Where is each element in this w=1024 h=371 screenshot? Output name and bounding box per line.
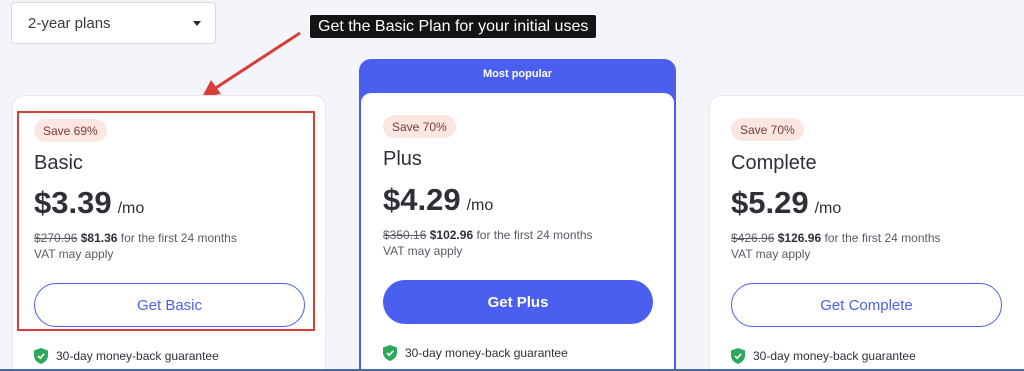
price-row: $5.29 /mo: [731, 185, 841, 221]
save-badge: Save 70%: [383, 115, 456, 138]
price-unit: /mo: [466, 197, 494, 214]
shield-check-icon: [383, 345, 397, 361]
save-badge: Save 69%: [34, 119, 107, 142]
new-price: $126.96: [777, 231, 822, 245]
price-term: for the first 24 months: [117, 231, 237, 245]
plan-period-value: 2-year plans: [28, 14, 111, 32]
get-basic-button[interactable]: Get Basic: [34, 283, 305, 327]
guarantee-row: 30-day money-back guarantee: [731, 348, 916, 364]
price-detail: $270.96 $81.36 for the first 24 months: [34, 231, 237, 245]
caret-down-icon: [193, 20, 201, 26]
price-detail: $350.16 $102.96 for the first 24 months: [383, 228, 593, 242]
new-price: $81.36: [80, 231, 118, 245]
old-price: $426.96: [731, 231, 775, 245]
guarantee-row: 30-day money-back guarantee: [34, 348, 219, 364]
annotation-callout: Get the Basic Plan for your initial uses: [310, 15, 597, 38]
plan-name: Complete: [731, 152, 817, 174]
plan-price: $4.29: [383, 182, 461, 217]
plan-price: $3.39: [34, 185, 112, 220]
price-unit: /mo: [814, 200, 842, 217]
price-term: for the first 24 months: [821, 231, 941, 245]
price-detail: $426.96 $126.96 for the first 24 months: [731, 231, 941, 245]
get-complete-button[interactable]: Get Complete: [731, 283, 1002, 327]
price-term: for the first 24 months: [473, 228, 593, 242]
plan-card-plus: Save 70% Plus $4.29 /mo $350.16 $102.96 …: [361, 93, 674, 371]
shield-check-icon: [34, 348, 48, 364]
new-price: $102.96: [429, 228, 474, 242]
price-row: $4.29 /mo: [383, 182, 493, 218]
get-plus-button[interactable]: Get Plus: [383, 280, 653, 324]
price-row: $3.39 /mo: [34, 185, 144, 221]
plan-period-select[interactable]: 2-year plans: [11, 2, 216, 44]
price-unit: /mo: [117, 200, 145, 217]
shield-check-icon: [731, 348, 745, 364]
guarantee-text: 30-day money-back guarantee: [56, 349, 219, 363]
guarantee-row: 30-day money-back guarantee: [383, 345, 568, 361]
plan-price: $5.29: [731, 185, 809, 220]
most-popular-label: Most popular: [482, 68, 553, 80]
plan-name: Plus: [383, 148, 422, 170]
vat-note: VAT may apply: [731, 247, 811, 261]
save-badge: Save 70%: [731, 118, 804, 141]
guarantee-text: 30-day money-back guarantee: [753, 349, 916, 363]
vat-note: VAT may apply: [383, 244, 463, 258]
old-price: $270.96: [34, 231, 78, 245]
plan-name: Basic: [34, 152, 83, 174]
vat-note: VAT may apply: [34, 247, 114, 261]
plan-card-basic: Save 69% Basic $3.39 /mo $270.96 $81.36 …: [12, 95, 326, 371]
plan-card-complete: Save 70% Complete $5.29 /mo $426.96 $126…: [709, 95, 1024, 371]
old-price: $350.16: [383, 228, 427, 242]
guarantee-text: 30-day money-back guarantee: [405, 346, 568, 360]
